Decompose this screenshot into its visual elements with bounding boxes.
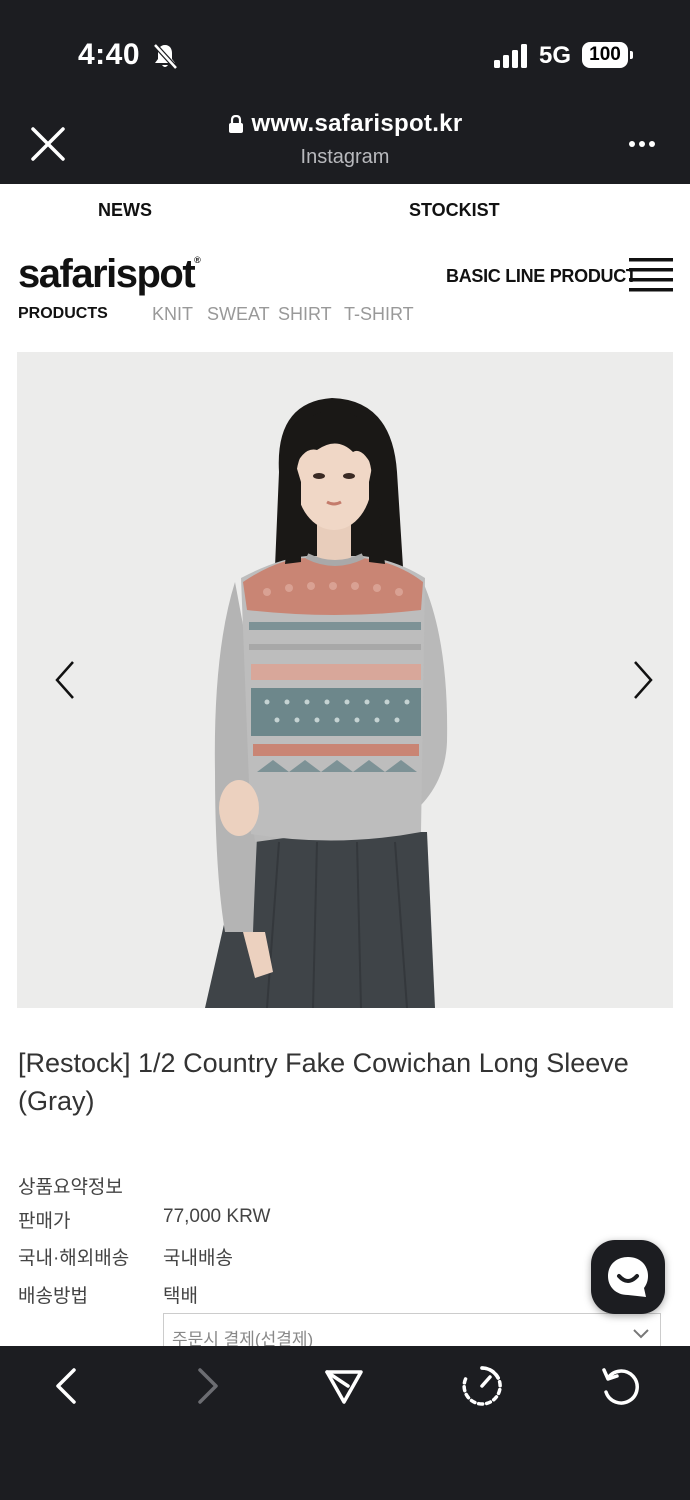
browser-toolbar bbox=[0, 1346, 690, 1500]
status-time: 4:40 bbox=[78, 38, 141, 71]
category-knit[interactable]: KNIT bbox=[152, 304, 193, 325]
share-icon[interactable] bbox=[322, 1364, 366, 1408]
bell-slash-icon bbox=[153, 43, 178, 70]
nav-news-link[interactable]: NEWS bbox=[98, 200, 152, 221]
arrow-left-icon[interactable] bbox=[53, 660, 77, 700]
web-page: NEWS STOCKIST safarispot® BASIC LINE PRO… bbox=[0, 184, 690, 1346]
logo-registered-mark: ® bbox=[194, 255, 201, 265]
chat-button[interactable] bbox=[591, 1240, 665, 1314]
product-image[interactable] bbox=[17, 352, 673, 1008]
forward-icon[interactable] bbox=[184, 1364, 228, 1408]
browser-bar: www.safarispot.kr Instagram bbox=[0, 100, 690, 184]
signal-icon bbox=[494, 44, 527, 68]
arrow-right-icon[interactable] bbox=[631, 660, 655, 700]
category-shirt[interactable]: SHIRT bbox=[278, 304, 332, 325]
category-t-shirt[interactable]: T-SHIRT bbox=[344, 304, 414, 325]
shipping-method-label: 배송방법 bbox=[18, 1286, 88, 1307]
logo-text: safarispot bbox=[18, 252, 196, 296]
payment-option-text: 주문시 결제(선결제) bbox=[172, 1330, 314, 1346]
price-label: 판매가 bbox=[18, 1211, 71, 1232]
basic-line-product-link[interactable]: BASIC LINE PRODUCT bbox=[446, 266, 637, 287]
network-label: 5G bbox=[539, 42, 572, 69]
reload-icon[interactable] bbox=[598, 1364, 642, 1408]
payment-option-select[interactable]: 주문시 결제(선결제) bbox=[163, 1313, 661, 1346]
url-source-label: Instagram bbox=[300, 146, 390, 168]
chevron-down-icon bbox=[633, 1329, 649, 1339]
more-icon[interactable] bbox=[628, 140, 656, 148]
battery-indicator: 100 bbox=[582, 42, 633, 68]
summary-info-label: 상품요약정보 bbox=[18, 1177, 123, 1198]
back-icon[interactable] bbox=[46, 1364, 90, 1408]
shipping-scope-value: 국내배송 bbox=[163, 1248, 233, 1269]
product-title: [Restock] 1/2 Country Fake Cowichan Long… bbox=[18, 1048, 629, 1116]
lock-icon bbox=[228, 115, 243, 133]
product-photo-illustration bbox=[205, 398, 448, 1008]
site-logo[interactable]: safarispot® bbox=[18, 252, 201, 297]
url-display[interactable]: www.safarispot.kr bbox=[0, 110, 690, 138]
speed-icon[interactable] bbox=[460, 1364, 504, 1408]
chat-icon bbox=[608, 1257, 648, 1297]
category-sweat[interactable]: SWEAT bbox=[207, 304, 270, 325]
shipping-scope-label: 국내·해외배송 bbox=[18, 1248, 130, 1269]
nav-stockist-link[interactable]: STOCKIST bbox=[409, 200, 500, 221]
price-value: 77,000 KRW bbox=[163, 1206, 271, 1227]
url-text: www.safarispot.kr bbox=[251, 110, 463, 137]
status-bar: 4:40 5G 100 bbox=[0, 0, 690, 100]
products-label: PRODUCTS bbox=[18, 305, 108, 322]
menu-icon[interactable] bbox=[629, 258, 673, 292]
shipping-method-value: 택배 bbox=[163, 1286, 198, 1307]
